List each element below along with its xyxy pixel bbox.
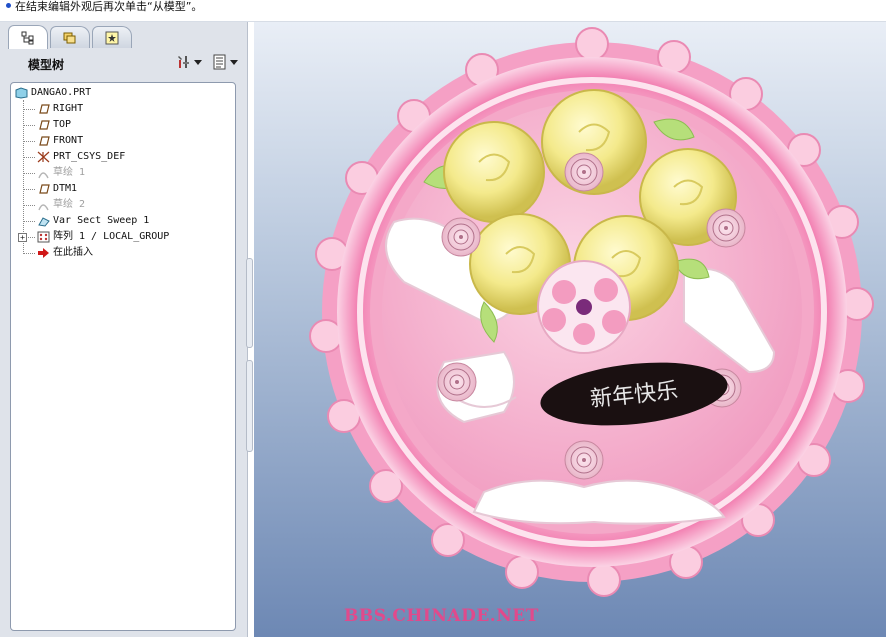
tree-connector: [23, 253, 35, 254]
model-tree: DANGAO.PRT RIGHT TOP FRONT PRT_CSYS_DEF 草绘 1…: [10, 82, 236, 631]
settings-menu-button[interactable]: [176, 54, 202, 70]
model-tree-icon: [21, 31, 34, 44]
folder-browser-tab[interactable]: [50, 26, 90, 48]
navigator-panel: 模型树 DANGAO.PRT RIGHT TOP FRONT PRT_CSYS_DEF…: [0, 22, 253, 637]
model-tree-header: 模型树: [8, 50, 242, 78]
center-pink-flower: [537, 260, 631, 354]
tree-item-label: TOP: [53, 119, 72, 130]
sketch-icon: [38, 172, 49, 179]
expand-toggle-icon[interactable]: +: [18, 233, 27, 242]
datum-plane-icon: [39, 104, 50, 114]
tree-item-label: 草绘 1: [53, 167, 86, 178]
tree-connector: [23, 173, 35, 174]
message-bullet-icon: [6, 3, 11, 8]
tree-item-label: RIGHT: [53, 103, 84, 114]
panel-splitter-handle[interactable]: [246, 258, 253, 348]
sketch-icon: [38, 204, 49, 211]
datum-plane-icon: [39, 136, 50, 146]
tree-item-label: 草绘 2: [53, 199, 86, 210]
show-menu-button[interactable]: [212, 54, 238, 70]
tree-connector: [23, 205, 35, 206]
tree-item-label: 在此插入: [53, 247, 93, 258]
model-tree-tab[interactable]: [8, 25, 48, 49]
show-caret-icon: [230, 59, 238, 65]
settings-tools-icon: [178, 56, 189, 68]
tree-item-label: FRONT: [53, 135, 84, 146]
message-text: 在结束编辑外观后再次单击“从模型”。: [15, 0, 203, 13]
tree-connector: [23, 141, 35, 142]
navigator-tabs: [8, 25, 132, 49]
watermark-text: BBS.CHINADE.NET: [344, 606, 539, 626]
tree-item-label: DTM1: [53, 183, 78, 194]
settings-caret-icon: [194, 59, 202, 65]
insert-here-arrow-icon: [38, 248, 49, 258]
coordinate-system-icon: [37, 151, 50, 163]
folder-icon: [63, 32, 76, 43]
tree-item-label: Var Sect Sweep 1: [53, 215, 150, 226]
sweep-icon: [38, 217, 50, 227]
message-bar: 在结束编辑外观后再次单击“从模型”。: [0, 0, 886, 22]
tree-root-label: DANGAO.PRT: [31, 87, 92, 98]
star-icon: [105, 31, 119, 44]
part-icon: [15, 87, 28, 99]
model-tree-title: 模型树: [28, 57, 65, 72]
tree-item-label: 阵列 1 / LOCAL_GROUP: [53, 231, 170, 242]
tree-connector: [23, 189, 35, 190]
panel-splitter-handle-lower[interactable]: [246, 360, 253, 452]
tree-connector: [23, 221, 35, 222]
tree-connector: [23, 109, 35, 110]
tree-connector: [23, 125, 35, 126]
tree-connector: [23, 100, 24, 252]
datum-plane-icon: [39, 184, 50, 194]
cake-model[interactable]: 新年快乐: [254, 22, 886, 637]
show-list-icon: [213, 54, 226, 70]
tree-connector: [23, 157, 35, 158]
tree-item-label: PRT_CSYS_DEF: [53, 151, 126, 162]
datum-plane-icon: [39, 120, 50, 130]
favorites-tab[interactable]: [92, 26, 132, 48]
pattern-icon: [37, 231, 50, 243]
graphics-viewport[interactable]: 新年快乐 BBS.CHINADE.NET: [254, 22, 886, 637]
